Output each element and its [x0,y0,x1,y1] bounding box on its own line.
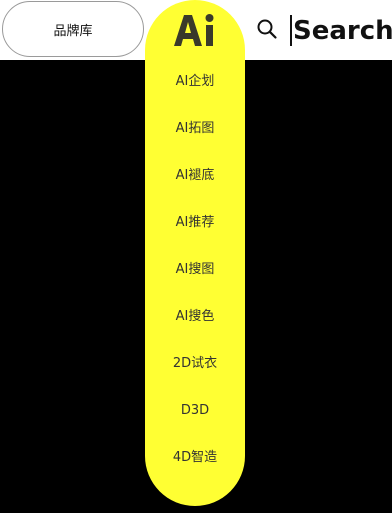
menu-item-ai-remove-background[interactable]: AI褪底 [145,152,245,199]
ai-logo-icon[interactable] [172,13,218,47]
search-cursor [290,15,292,46]
menu-item-ai-recommend[interactable]: AI推荐 [145,199,245,246]
menu-item-ai-expand-image[interactable]: AI拓图 [145,105,245,152]
search-icon[interactable] [256,18,278,40]
menu-item-4d-manufacturing[interactable]: 4D智造 [145,434,245,481]
ai-menu-panel: AI企划 AI拓图 AI褪底 AI推荐 AI搜图 AI搜色 2D试衣 D3D 4… [145,0,245,506]
menu-item-d3d[interactable]: D3D [145,387,245,434]
brand-library-label: 品牌库 [53,23,93,39]
menu-item-2d-try-on[interactable]: 2D试衣 [145,340,245,387]
menu-item-ai-image-search[interactable]: AI搜图 [145,246,245,293]
menu-item-ai-planning[interactable]: AI企划 [145,58,245,105]
search-input[interactable] [293,10,392,52]
ai-menu-list: AI企划 AI拓图 AI褪底 AI推荐 AI搜图 AI搜色 2D试衣 D3D 4… [145,58,245,481]
menu-item-ai-color-search[interactable]: AI搜色 [145,293,245,340]
brand-library-button[interactable]: 品牌库 [2,1,144,57]
